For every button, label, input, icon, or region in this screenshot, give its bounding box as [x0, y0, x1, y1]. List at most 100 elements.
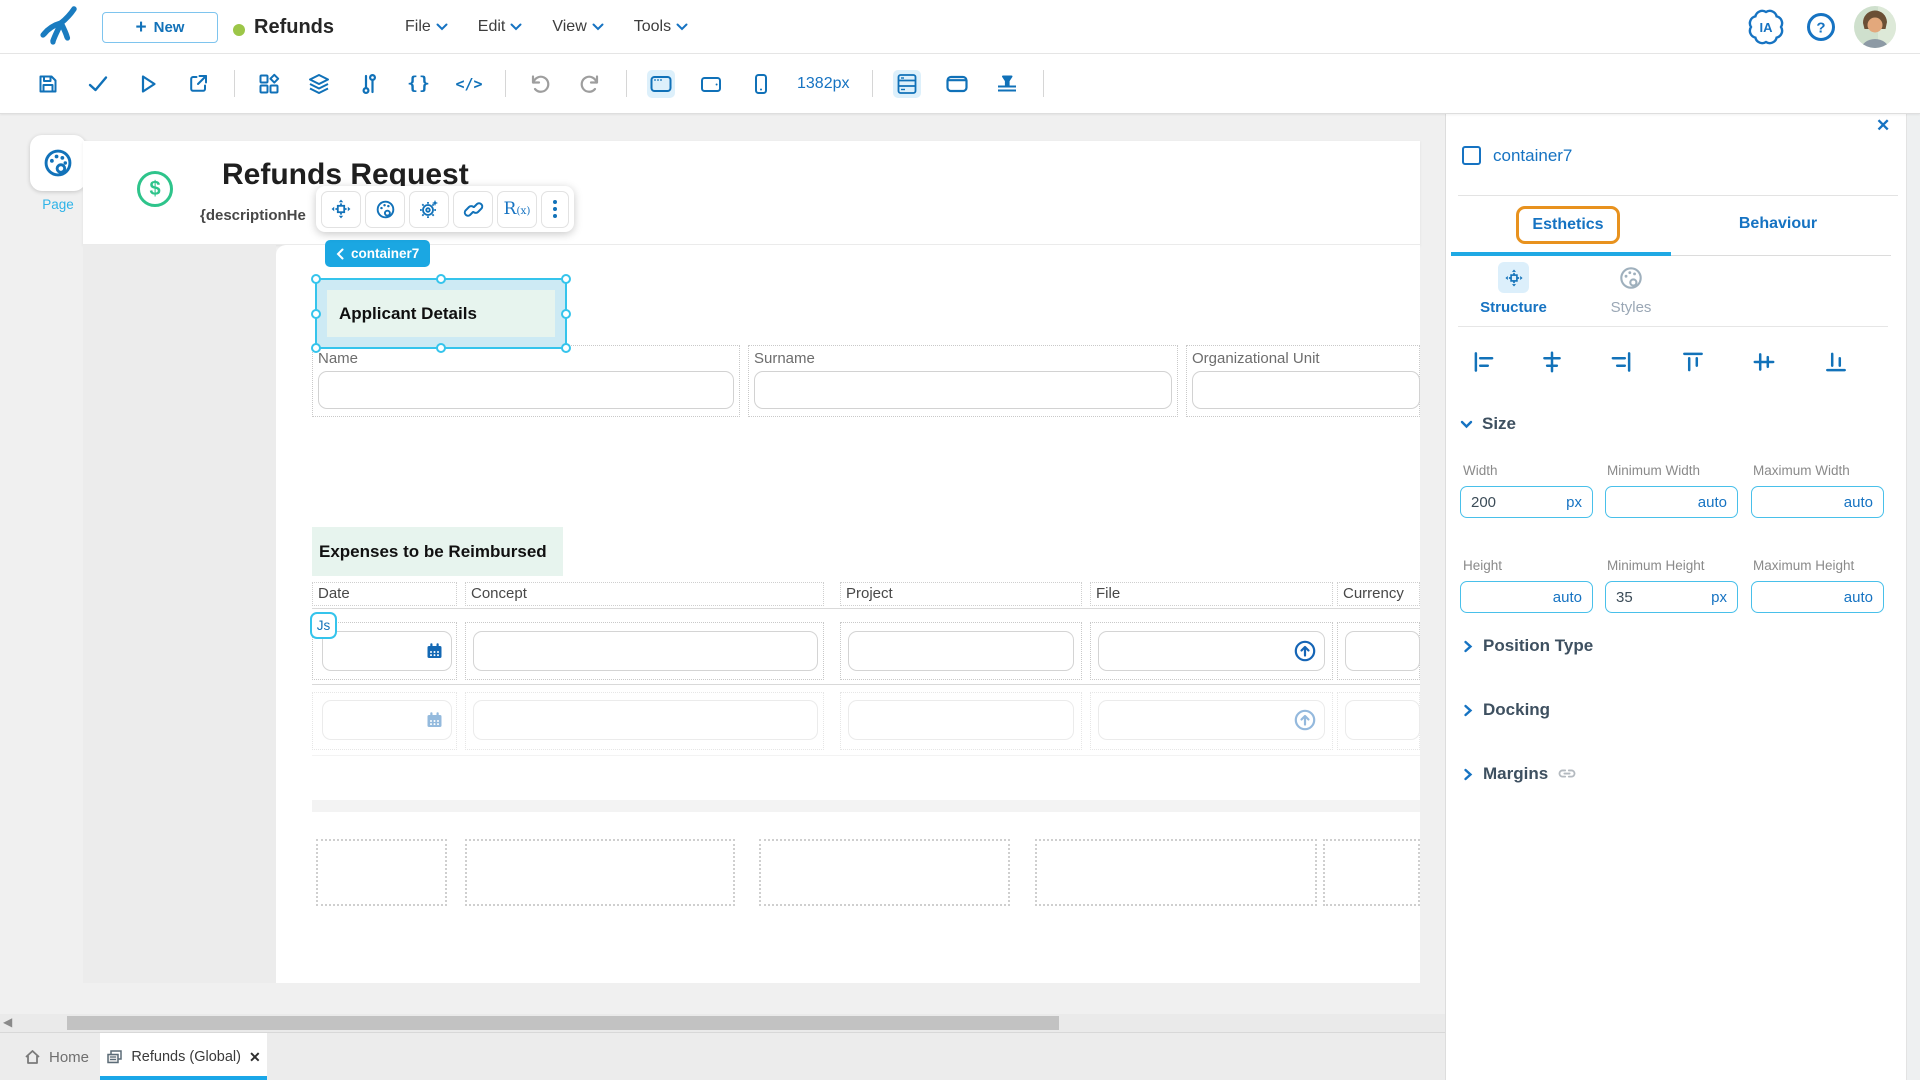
resize-handle[interactable]	[561, 274, 571, 284]
placeholder-cell[interactable]	[316, 839, 447, 906]
connections-button[interactable]	[355, 70, 383, 98]
rules-button[interactable]: R(x)	[497, 191, 537, 228]
link-button[interactable]	[453, 191, 493, 228]
align-center-horizontal-button[interactable]	[1538, 348, 1566, 376]
chevron-down-icon	[592, 23, 604, 31]
min-width-input[interactable]: auto	[1605, 486, 1738, 518]
move-button[interactable]	[321, 191, 361, 228]
height-unit[interactable]: auto	[1553, 589, 1582, 606]
concept-input[interactable]	[473, 700, 818, 740]
file-input[interactable]	[1098, 700, 1325, 740]
close-icon[interactable]: ✕	[249, 1049, 261, 1066]
widgets-button[interactable]	[255, 70, 283, 98]
device-phone-button[interactable]	[747, 70, 775, 98]
min-width-unit[interactable]: auto	[1698, 494, 1727, 511]
tab-esthetics[interactable]: Esthetics	[1516, 206, 1620, 244]
gear-sparkle-icon	[418, 198, 440, 220]
layers-button[interactable]	[305, 70, 333, 98]
resize-handle[interactable]	[311, 274, 321, 284]
docking-section-header[interactable]: Docking	[1462, 700, 1550, 720]
min-height-unit[interactable]: px	[1711, 589, 1727, 606]
align-bottom-button[interactable]	[1822, 348, 1850, 376]
app-logo-icon[interactable]	[34, 5, 82, 49]
align-left-button[interactable]	[1470, 348, 1498, 376]
validate-button[interactable]	[84, 70, 112, 98]
align-left-icon	[1471, 349, 1497, 375]
subtab-styles[interactable]	[1618, 265, 1644, 291]
resize-handle[interactable]	[436, 343, 446, 353]
variables-button[interactable]: {}	[405, 70, 433, 98]
min-height-input[interactable]: 35 px	[1605, 581, 1738, 613]
question-icon: ?	[1816, 20, 1825, 37]
align-right-button[interactable]	[1607, 348, 1635, 376]
tab-home[interactable]: Home	[10, 1033, 103, 1080]
placeholder-cell[interactable]	[1323, 839, 1420, 906]
max-width-input[interactable]: auto	[1751, 486, 1884, 518]
panel-layout-button[interactable]	[893, 70, 921, 98]
placeholder-cell[interactable]	[465, 839, 735, 906]
tab-refunds-global[interactable]: Refunds (Global) ✕	[100, 1033, 267, 1080]
max-height-unit[interactable]: auto	[1844, 589, 1873, 606]
position-type-section-header[interactable]: Position Type	[1462, 636, 1593, 656]
max-width-unit[interactable]: auto	[1844, 494, 1873, 511]
width-input[interactable]: 200 px	[1460, 486, 1593, 518]
source-button[interactable]: </>	[455, 70, 483, 98]
window-button[interactable]	[943, 70, 971, 98]
canvas-width-label[interactable]: 1382px	[797, 75, 850, 93]
avatar[interactable]	[1854, 6, 1896, 48]
width-unit[interactable]: px	[1566, 494, 1582, 511]
save-button[interactable]	[34, 70, 62, 98]
scrollbar-thumb[interactable]	[67, 1016, 1059, 1030]
max-height-input[interactable]: auto	[1751, 581, 1884, 613]
ia-badge-text: IA	[1760, 20, 1774, 35]
help-button[interactable]: ?	[1805, 11, 1837, 43]
subtab-structure[interactable]	[1498, 262, 1529, 293]
ia-badge[interactable]: IA	[1744, 5, 1788, 49]
tab-behaviour[interactable]: Behaviour	[1718, 215, 1838, 233]
panel-scrollbar[interactable]	[1906, 114, 1920, 1080]
check-icon	[86, 72, 110, 96]
chevron-down-icon	[510, 23, 522, 31]
device-tablet-button[interactable]	[697, 70, 725, 98]
resize-handle[interactable]	[436, 274, 446, 284]
currency-input[interactable]	[1345, 700, 1420, 740]
container-heading[interactable]: Applicant Details	[327, 290, 555, 337]
menu-tools[interactable]: Tools	[634, 18, 688, 36]
menu-file[interactable]: File	[405, 18, 448, 36]
placeholder-cell[interactable]	[1035, 839, 1317, 906]
js-badge[interactable]: Js	[310, 612, 337, 639]
subtab-structure-label[interactable]: Structure	[1466, 299, 1561, 316]
device-desktop-button[interactable]	[647, 70, 675, 98]
resize-handle[interactable]	[311, 309, 321, 319]
menu-view[interactable]: View	[552, 18, 603, 36]
date-input[interactable]	[322, 700, 452, 740]
resize-handle[interactable]	[561, 343, 571, 353]
height-input[interactable]: auto	[1460, 581, 1593, 613]
align-top-button[interactable]	[1679, 348, 1707, 376]
scroll-left-arrow-icon[interactable]: ◀	[3, 1015, 12, 1029]
panel-close-icon[interactable]: ✕	[1876, 116, 1890, 136]
resize-handle[interactable]	[311, 343, 321, 353]
margins-section-header[interactable]: Margins	[1462, 764, 1577, 784]
align-middle-vertical-button[interactable]	[1750, 348, 1778, 376]
size-section-header[interactable]: Size	[1460, 414, 1516, 434]
subtab-styles-label[interactable]: Styles	[1596, 299, 1666, 316]
redo-button[interactable]	[576, 70, 604, 98]
settings-button[interactable]	[409, 191, 449, 228]
more-button[interactable]	[541, 191, 569, 228]
run-button[interactable]	[134, 70, 162, 98]
parent-container-chip[interactable]: container7	[325, 240, 430, 267]
horizontal-scrollbar[interactable]: ◀	[0, 1014, 1445, 1032]
max-height-label: Maximum Height	[1753, 558, 1854, 573]
new-button[interactable]: + New	[102, 12, 218, 43]
export-button[interactable]	[184, 70, 212, 98]
resize-handle[interactable]	[561, 309, 571, 319]
style-button[interactable]	[365, 191, 405, 228]
project-input[interactable]	[848, 700, 1074, 740]
selected-container[interactable]: Applicant Details	[315, 278, 567, 349]
placeholder-cell[interactable]	[759, 839, 1010, 906]
panel-checkbox[interactable]	[1462, 146, 1481, 165]
undo-button[interactable]	[526, 70, 554, 98]
merge-button[interactable]	[993, 70, 1021, 98]
menu-edit[interactable]: Edit	[478, 18, 523, 36]
